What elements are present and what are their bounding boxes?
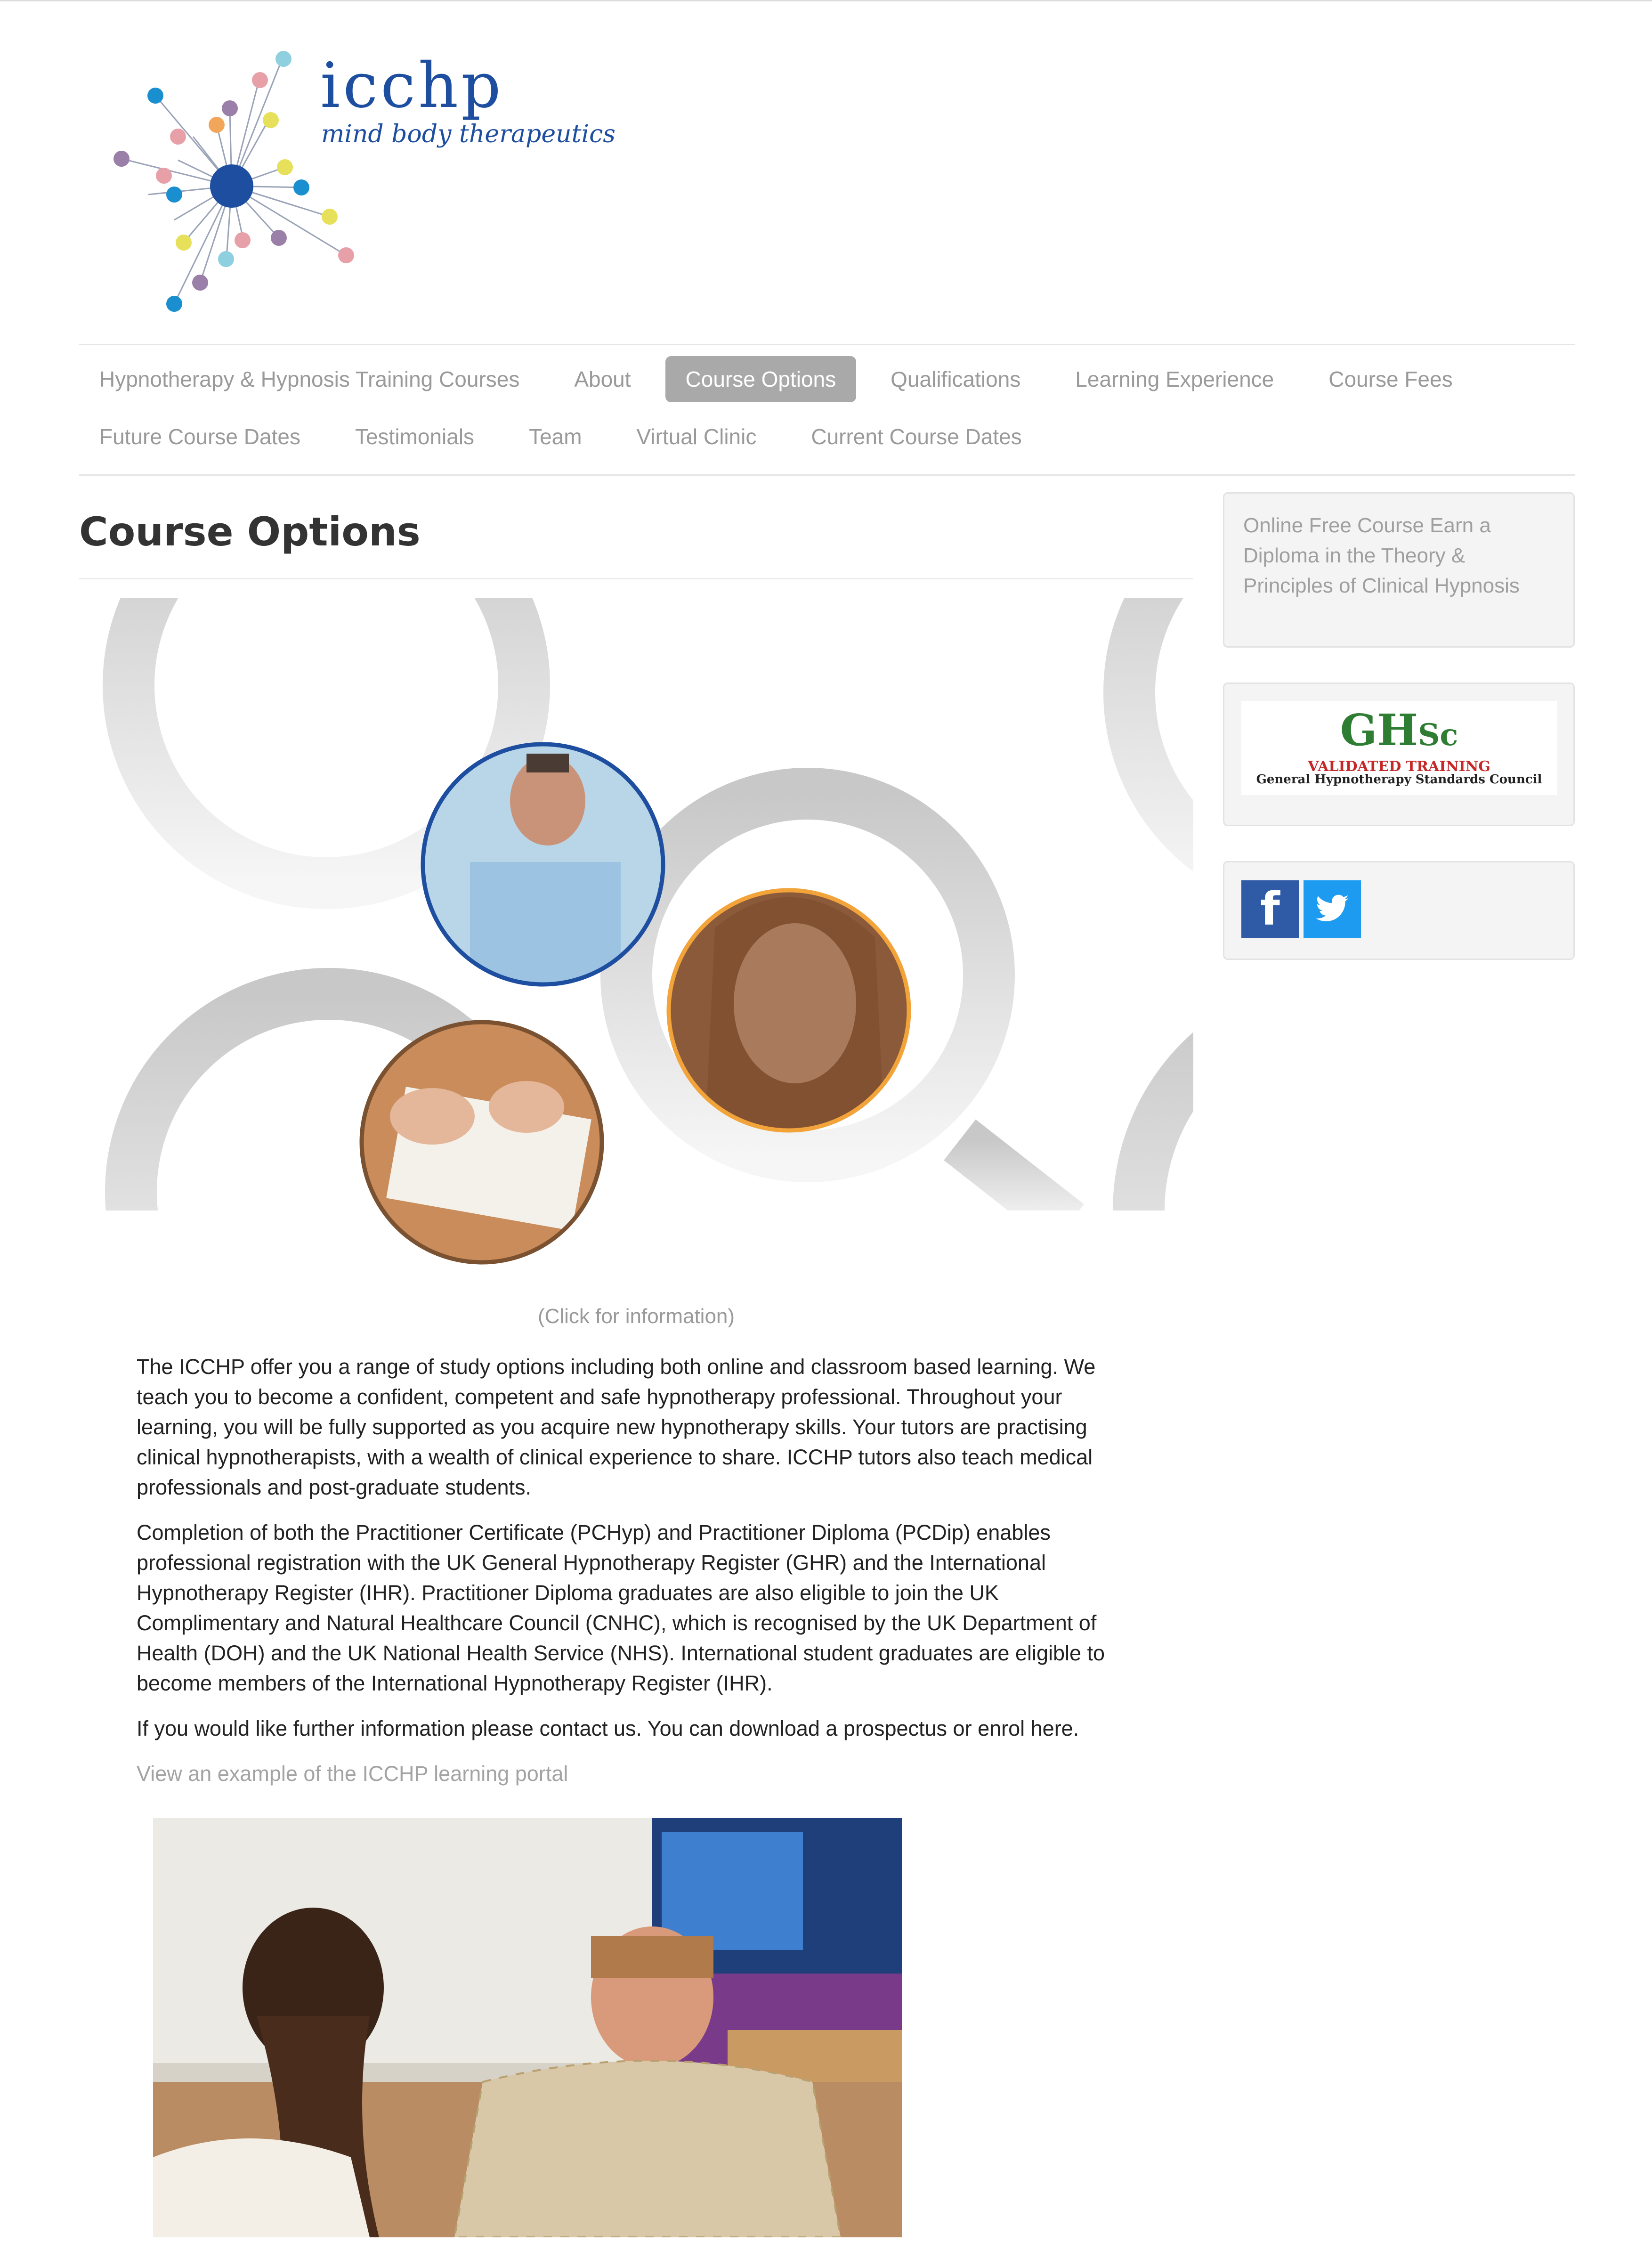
free-course-promo[interactable]: Online Free Course Earn a Diploma in the… <box>1223 492 1575 648</box>
student-photo[interactable] <box>666 888 911 1133</box>
nav-row-1: Hypnotherapy & Hypnosis Training Courses… <box>79 356 1473 402</box>
paragraph-study-options: The ICCHP offer you a range of study opt… <box>137 1355 1096 1499</box>
classroom-photo-image <box>153 1818 902 2237</box>
nav-item-qualifications[interactable]: Qualifications <box>870 356 1041 402</box>
logo-wordmark: icchp <box>320 49 504 122</box>
nav-row-2: Future Course Dates Testimonials Team Vi… <box>79 414 1042 460</box>
nav-item-virtual-clinic[interactable]: Virtual Clinic <box>616 414 777 460</box>
nav-item-future-course-dates[interactable]: Future Course Dates <box>79 414 321 460</box>
nav-item-about[interactable]: About <box>554 356 651 402</box>
classroom-photo <box>153 1818 902 2237</box>
page-title: Course Options <box>79 509 1193 579</box>
ghsc-council-text: General Hypnotherapy Standards Council <box>1256 772 1542 787</box>
nav-item-team[interactable]: Team <box>509 414 602 460</box>
sidebar: Online Free Course Earn a Diploma in the… <box>1223 492 1575 995</box>
nav-item-learning-experience[interactable]: Learning Experience <box>1055 356 1294 402</box>
paragraph-registration: Completion of both the Practitioner Cert… <box>137 1520 1105 1695</box>
paragraph-contact: If you would like further information pl… <box>137 1716 1079 1740</box>
twitter-bird-icon <box>1316 894 1349 921</box>
ghsc-letters: GH <box>1340 705 1418 756</box>
site-logo[interactable]: icchp mind body therapeutics <box>108 45 626 327</box>
facebook-icon[interactable]: f <box>1241 880 1299 938</box>
ghsc-letters-small: Sc <box>1418 717 1458 753</box>
ghsc-logo-letters: GHSc <box>1241 705 1557 756</box>
social-widget: f <box>1223 861 1575 960</box>
nav-item-testimonials[interactable]: Testimonials <box>335 414 494 460</box>
ghsc-validated-training-badge[interactable]: GHSc VALIDATED TRAINING General Hypnothe… <box>1241 701 1557 795</box>
nav-item-hypnotherapy-training-courses[interactable]: Hypnotherapy & Hypnosis Training Courses <box>79 356 540 402</box>
click-for-info-caption[interactable]: (Click for information) <box>79 1305 1193 1328</box>
twitter-icon[interactable] <box>1304 880 1361 938</box>
main-content: Course Options (Click for information) T… <box>79 485 1193 2237</box>
course-description: The ICCHP offer you a range of study opt… <box>137 1352 1135 1789</box>
page: icchp mind body therapeutics Hypnotherap… <box>0 0 1652 2259</box>
logo-tagline: mind body therapeutics <box>321 120 615 148</box>
nav-item-course-options[interactable]: Course Options <box>665 356 857 402</box>
social-links: f <box>1241 880 1556 938</box>
paperwork-photo[interactable] <box>359 1020 604 1265</box>
nav-item-current-course-dates[interactable]: Current Course Dates <box>791 414 1042 460</box>
learning-portal-link[interactable]: View an example of the ICCHP learning po… <box>137 1759 1135 1789</box>
nav-item-course-fees[interactable]: Course Fees <box>1308 356 1473 402</box>
course-options-hero-graphic <box>103 598 1193 1265</box>
ghsc-widget: GHSc VALIDATED TRAINING General Hypnothe… <box>1223 683 1575 826</box>
top-border <box>0 0 1652 1</box>
main-navigation: Hypnotherapy & Hypnosis Training Courses… <box>79 344 1575 476</box>
